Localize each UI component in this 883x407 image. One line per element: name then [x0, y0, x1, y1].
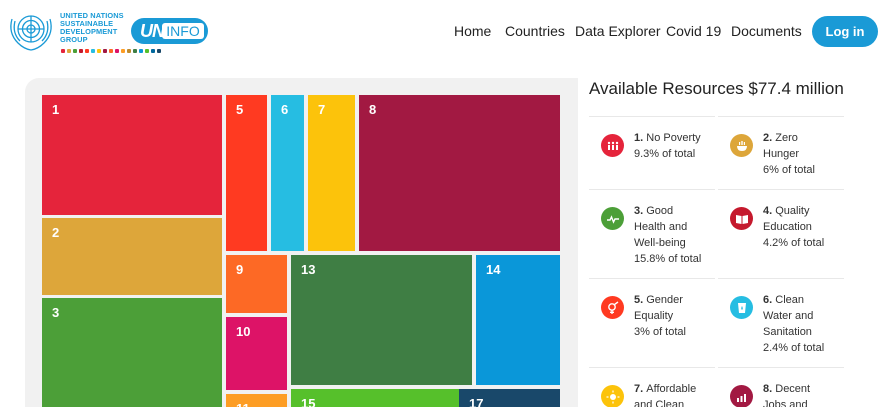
resource-share: 6% of total [763, 164, 815, 176]
available-resources-title: Available Resources $77.4 million [589, 79, 844, 98]
resource-share: 2.4% of total [763, 342, 825, 354]
treemap-cell-7[interactable]: 7 [308, 95, 355, 251]
resource-card-4[interactable]: 4. Quality Education 4.2% of total [718, 189, 844, 279]
login-button[interactable]: Log in [812, 16, 878, 47]
resource-card-8[interactable]: 8. Decent Jobs and [718, 367, 844, 407]
treemap-cell-5[interactable]: 5 [226, 95, 267, 251]
logo-info-text: INFO [162, 23, 204, 39]
sdg-7-icon [601, 385, 624, 407]
resource-card-2[interactable]: 2. Zero Hunger 6% of total [718, 116, 844, 190]
treemap-cell-13[interactable]: 13 [291, 255, 472, 385]
un-emblem-icon[interactable] [6, 9, 56, 53]
resource-card-1[interactable]: 1. No Poverty 9.3% of total [589, 116, 715, 190]
resource-num: 5. [634, 294, 644, 306]
resource-num: 8. [763, 383, 773, 395]
resource-card-6[interactable]: 6. Clean Water and Sanitation 2.4% of to… [718, 278, 844, 368]
resource-share: 4.2% of total [763, 237, 825, 249]
resource-num: 3. [634, 205, 644, 217]
sdg-6-icon [730, 296, 753, 319]
resource-name: Affordable and Clean [634, 383, 697, 407]
treemap-cell-1[interactable]: 1 [42, 95, 222, 215]
treemap-cell-10[interactable]: 10 [226, 317, 287, 390]
nav-covid-19[interactable]: Covid 19 [666, 23, 721, 39]
treemap-cell-15[interactable]: 15 [291, 389, 472, 407]
treemap-cell-6[interactable]: 6 [271, 95, 304, 251]
treemap-cell-17[interactable]: 17 [459, 389, 560, 407]
site-header: UNITED NATIONS SUSTAINABLE DEVELOPMENT G… [0, 0, 883, 64]
resource-num: 6. [763, 294, 773, 306]
treemap-cell-8[interactable]: 8 [359, 95, 560, 251]
sdg-2-icon [730, 134, 753, 157]
treemap-cell-3[interactable]: 3 [42, 298, 222, 407]
sdg-1-icon [601, 134, 624, 157]
resource-card-3[interactable]: 3. Good Health and Well-being 15.8% of t… [589, 189, 715, 279]
sdg-treemap: 1 2 3 5 6 7 8 9 10 11 13 14 15 17 [25, 78, 578, 407]
resource-card-7[interactable]: 7. Affordable and Clean [589, 367, 715, 407]
resource-num: 4. [763, 205, 773, 217]
sdg-5-icon [601, 296, 624, 319]
sdg-3-icon [601, 207, 624, 230]
treemap-cell-14[interactable]: 14 [476, 255, 560, 385]
treemap-cell-2[interactable]: 2 [42, 218, 222, 295]
org-name: UNITED NATIONS SUSTAINABLE DEVELOPMENT G… [60, 11, 124, 44]
sdg-4-icon [730, 207, 753, 230]
treemap-cell-11[interactable]: 11 [226, 394, 287, 407]
resource-share: 15.8% of total [634, 253, 702, 265]
nav-home[interactable]: Home [454, 23, 491, 39]
resource-card-5[interactable]: 5. Gender Equality 3% of total [589, 278, 715, 368]
sdg-8-icon [730, 385, 753, 407]
nav-data-explorer[interactable]: Data Explorer [575, 23, 661, 39]
logo-un-text: UN [140, 21, 165, 41]
uninfo-logo[interactable]: UN INFO [131, 18, 208, 44]
nav-countries[interactable]: Countries [505, 23, 565, 39]
nav-documents[interactable]: Documents [731, 23, 802, 39]
resource-name: No Poverty [646, 132, 701, 144]
resource-share: 3% of total [634, 326, 686, 338]
sdg-color-strip [61, 49, 161, 53]
resource-num: 2. [763, 132, 773, 144]
treemap-cell-9[interactable]: 9 [226, 255, 287, 313]
resource-share: 9.3% of total [634, 148, 696, 160]
resource-num: 7. [634, 383, 644, 395]
resource-num: 1. [634, 132, 644, 144]
